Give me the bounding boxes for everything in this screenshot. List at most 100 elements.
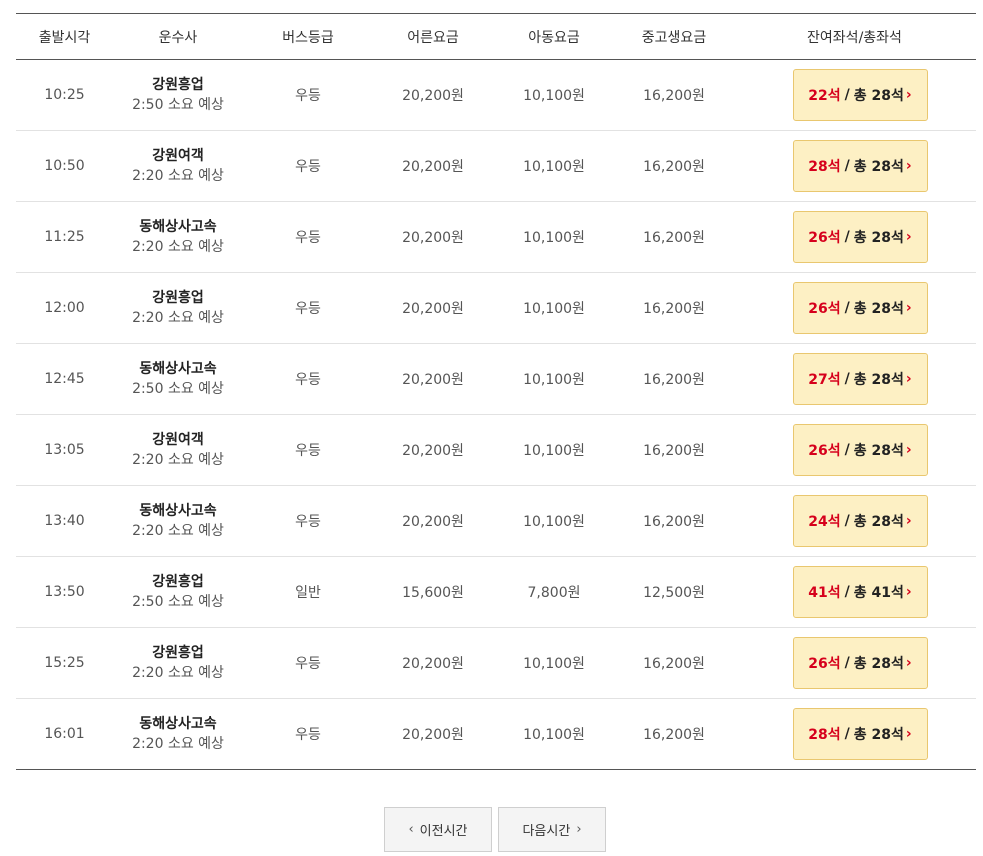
- remaining-seats: 24석: [808, 514, 841, 530]
- select-seat-button[interactable]: 26석 / 총 28석 ›: [792, 282, 928, 334]
- child-fare: 10,100원: [523, 159, 585, 175]
- seat-separator: /: [844, 229, 850, 245]
- chevron-right-icon: ›: [905, 300, 912, 316]
- select-seat-button[interactable]: 28석 / 총 28석 ›: [792, 708, 928, 760]
- trip-duration: 2:20 소요 예상: [132, 736, 224, 752]
- chevron-right-icon: ›: [905, 513, 912, 529]
- table-row: 11:25 동해상사고속 2:20 소요 예상 우등 20,200원 10,100원 16,…: [16, 202, 976, 273]
- header-grade: 버스등급: [282, 29, 334, 46]
- departure-time: 12:45: [44, 371, 85, 387]
- seats-cell: 28석 / 총 28석 ›: [733, 131, 976, 202]
- adult-fare: 15,600원: [402, 585, 464, 601]
- teen-fare: 16,200원: [643, 159, 705, 175]
- trip-duration: 2:20 소요 예상: [132, 523, 224, 539]
- child-fare: 7,800원: [527, 585, 581, 601]
- company-cell: 동해상사고속 2:50 소요 예상: [113, 344, 243, 415]
- bus-grade: 우등: [295, 88, 321, 104]
- teen-fare: 16,200원: [643, 301, 705, 317]
- chevron-right-icon: ›: [905, 655, 912, 671]
- chevron-right-icon: ›: [905, 584, 912, 600]
- table-row: 10:25 강원흥업 2:50 소요 예상 우등 20,200원 10,100원 16,20…: [16, 60, 976, 131]
- trip-duration: 2:20 소요 예상: [132, 168, 224, 184]
- chevron-right-icon: ›: [576, 822, 582, 837]
- seat-separator: /: [844, 442, 850, 458]
- table-row: 12:45 동해상사고속 2:50 소요 예상 우등 20,200원 10,100원 16,…: [16, 344, 976, 415]
- adult-fare: 20,200원: [402, 230, 464, 246]
- company-cell: 동해상사고속 2:20 소요 예상: [113, 699, 243, 770]
- company-cell: 강원여객 2:20 소요 예상: [113, 415, 243, 486]
- table-row: 13:40 동해상사고속 2:20 소요 예상 우등 20,200원 10,100원 16,…: [16, 486, 976, 557]
- company-name: 강원흥업: [152, 290, 204, 306]
- select-seat-button[interactable]: 22석 / 총 28석 ›: [792, 69, 928, 121]
- total-seats: 총 28석: [853, 372, 904, 388]
- teen-fare: 16,200원: [643, 727, 705, 743]
- select-seat-button[interactable]: 41석 / 총 41석 ›: [792, 566, 928, 618]
- select-seat-button[interactable]: 26석 / 총 28석 ›: [792, 637, 928, 689]
- bus-grade: 우등: [295, 230, 321, 246]
- seats-cell: 26석 / 총 28석 ›: [733, 628, 976, 699]
- select-seat-button[interactable]: 27석 / 총 28석 ›: [792, 353, 928, 405]
- bus-grade: 우등: [295, 443, 321, 459]
- prev-time-button[interactable]: ‹ 이전시간: [384, 807, 492, 852]
- child-fare: 10,100원: [523, 372, 585, 388]
- company-name: 강원흥업: [152, 574, 204, 590]
- departure-time: 11:25: [44, 229, 85, 245]
- table-row: 12:00 강원흥업 2:20 소요 예상 우등 20,200원 10,100원 16,20…: [16, 273, 976, 344]
- header-departure: 출발시각: [38, 29, 91, 46]
- table-row: 10:50 강원여객 2:20 소요 예상 우등 20,200원 10,100원 16,20…: [16, 131, 976, 202]
- adult-fare: 20,200원: [402, 88, 464, 104]
- timetable-body: 10:25 강원흥업 2:50 소요 예상 우등 20,200원 10,100원 16,20…: [16, 60, 976, 770]
- remaining-seats: 28석: [808, 727, 841, 743]
- select-seat-button[interactable]: 26석 / 총 28석 ›: [792, 211, 928, 263]
- total-seats: 총 28석: [853, 727, 904, 743]
- bus-timetable: 출발시각 운수사 버스등급 어른요금 아동요금 중고생요금 잔여좌석/총좌석 1…: [16, 13, 976, 770]
- remaining-seats: 26석: [808, 656, 841, 672]
- departure-time: 16:01: [44, 726, 85, 742]
- seats-cell: 27석 / 총 28석 ›: [733, 344, 976, 415]
- timetable-header: 출발시각 운수사 버스등급 어른요금 아동요금 중고생요금 잔여좌석/총좌석: [16, 13, 976, 60]
- next-time-button[interactable]: 다음시간 ›: [498, 807, 606, 852]
- time-pager: ‹ 이전시간 다음시간 ›: [384, 807, 606, 852]
- remaining-seats: 41석: [808, 585, 841, 601]
- header-teen-fare: 중고생요금: [641, 29, 707, 46]
- select-seat-button[interactable]: 24석 / 총 28석 ›: [792, 495, 928, 547]
- seat-separator: /: [844, 584, 850, 600]
- select-seat-button[interactable]: 28석 / 총 28석 ›: [792, 140, 928, 192]
- trip-duration: 2:50 소요 예상: [132, 381, 224, 397]
- child-fare: 10,100원: [523, 727, 585, 743]
- trip-duration: 2:20 소요 예상: [132, 239, 224, 255]
- header-child-fare: 아동요금: [528, 29, 580, 46]
- seat-separator: /: [844, 158, 850, 174]
- remaining-seats: 26석: [808, 301, 841, 317]
- timetable-container: 출발시각 운수사 버스등급 어른요금 아동요금 중고생요금 잔여좌석/총좌석 1…: [16, 13, 976, 770]
- child-fare: 10,100원: [523, 88, 585, 104]
- table-row: 15:25 강원흥업 2:20 소요 예상 우등 20,200원 10,100원 16,20…: [16, 628, 976, 699]
- chevron-right-icon: ›: [905, 371, 912, 387]
- bus-grade: 우등: [295, 514, 321, 530]
- child-fare: 10,100원: [523, 443, 585, 459]
- departure-time: 13:40: [44, 513, 85, 529]
- total-seats: 총 28석: [853, 230, 904, 246]
- teen-fare: 16,200원: [643, 514, 705, 530]
- next-time-label: 다음시간: [522, 824, 571, 839]
- trip-duration: 2:50 소요 예상: [132, 594, 224, 610]
- company-cell: 동해상사고속 2:20 소요 예상: [113, 486, 243, 557]
- adult-fare: 20,200원: [402, 656, 464, 672]
- departure-time: 13:50: [44, 584, 85, 600]
- total-seats: 총 28석: [853, 159, 904, 175]
- child-fare: 10,100원: [523, 514, 585, 530]
- seats-cell: 41석 / 총 41석 ›: [733, 557, 976, 628]
- seats-cell: 24석 / 총 28석 ›: [733, 486, 976, 557]
- company-name: 강원흥업: [152, 645, 204, 661]
- remaining-seats: 26석: [808, 443, 841, 459]
- teen-fare: 16,200원: [643, 88, 705, 104]
- bus-grade: 우등: [295, 727, 321, 743]
- remaining-seats: 22석: [808, 88, 841, 104]
- select-seat-button[interactable]: 26석 / 총 28석 ›: [792, 424, 928, 476]
- company-name: 강원여객: [152, 432, 204, 448]
- adult-fare: 20,200원: [402, 301, 464, 317]
- company-name: 강원흥업: [152, 77, 204, 93]
- chevron-right-icon: ›: [905, 158, 912, 174]
- company-name: 동해상사고속: [139, 361, 217, 377]
- seats-cell: 22석 / 총 28석 ›: [733, 60, 976, 131]
